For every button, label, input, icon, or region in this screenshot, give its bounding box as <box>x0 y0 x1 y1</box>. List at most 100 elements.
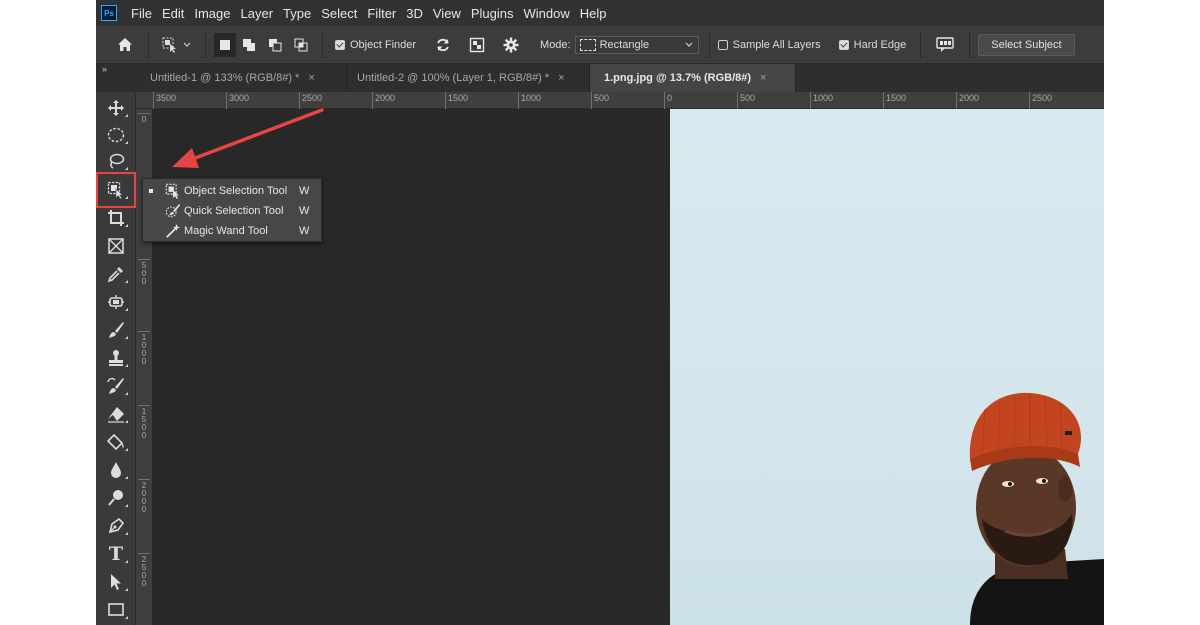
menu-view[interactable]: View <box>433 6 461 21</box>
submenu-indicator <box>125 504 128 507</box>
new-selection-button[interactable] <box>214 32 236 57</box>
menu-filter[interactable]: Filter <box>367 6 396 21</box>
move-icon <box>108 100 124 116</box>
move-tool[interactable] <box>101 96 131 120</box>
stamp-icon <box>109 350 123 366</box>
path-selection-tool[interactable] <box>101 570 131 594</box>
marquee-tool[interactable] <box>101 123 131 147</box>
intersect-selection-icon <box>294 38 308 51</box>
mode-dropdown[interactable]: Rectangle <box>574 35 699 54</box>
submenu-indicator <box>125 588 128 591</box>
history-brush-tool[interactable] <box>101 374 131 398</box>
ruler-label: 1000 <box>518 92 541 109</box>
crop-tool[interactable] <box>101 206 131 230</box>
blur-tool[interactable] <box>101 458 131 482</box>
rectangle-tool[interactable] <box>101 598 131 622</box>
subtract-from-selection-button[interactable] <box>262 33 288 57</box>
menu-type[interactable]: Type <box>283 6 311 21</box>
clone-stamp-tool[interactable] <box>101 346 131 370</box>
menu-window[interactable]: Window <box>523 6 569 21</box>
options-bar: Object Finder Mode: Rectangle Sample All… <box>96 26 1104 64</box>
ruler-label: 1500 <box>883 92 906 109</box>
home-button[interactable] <box>110 33 140 57</box>
menu-layer[interactable]: Layer <box>241 6 274 21</box>
refresh-button[interactable] <box>426 33 460 57</box>
tools-panel: T <box>96 92 136 625</box>
close-icon[interactable]: × <box>308 72 314 84</box>
flyout-item-magic-wand[interactable]: Magic Wand Tool W <box>143 221 321 241</box>
paint-bucket-tool[interactable] <box>101 430 131 454</box>
show-all-objects-button[interactable] <box>460 33 494 57</box>
lasso-tool[interactable] <box>101 149 131 173</box>
ruler-label: 1500 <box>445 92 468 109</box>
feedback-icon <box>936 36 954 52</box>
submenu-indicator <box>125 392 128 395</box>
flyout-item-object-selection[interactable]: Object Selection Tool W <box>143 181 321 201</box>
subtract-selection-icon <box>269 38 282 51</box>
flyout-item-quick-selection[interactable]: Quick Selection Tool W <box>143 201 321 221</box>
menu-file[interactable]: File <box>131 6 152 21</box>
ruler-label: 2500 <box>299 92 322 109</box>
object-overlay-icon <box>469 37 485 52</box>
close-icon[interactable]: × <box>760 72 766 84</box>
ruler-label: 2000 <box>372 92 395 109</box>
close-icon[interactable]: × <box>558 72 564 84</box>
menu-select[interactable]: Select <box>321 6 357 21</box>
ruler-label: 2000 <box>956 92 979 109</box>
menu-3d[interactable]: 3D <box>406 6 423 21</box>
add-to-selection-button[interactable] <box>236 33 262 57</box>
frame-tool[interactable] <box>101 234 131 258</box>
dodge-tool[interactable] <box>101 486 131 510</box>
mode-label: Mode: <box>540 38 571 51</box>
settings-button[interactable] <box>494 33 528 57</box>
separator <box>205 31 206 58</box>
lasso-icon <box>109 153 125 169</box>
tool-preset-picker[interactable] <box>157 33 197 57</box>
refresh-icon <box>437 38 449 51</box>
tab-untitled-1[interactable]: Untitled-1 @ 133% (RGB/8#) * × <box>140 64 347 92</box>
brush-tool[interactable] <box>101 318 131 342</box>
menu-bar: Ps File Edit Image Layer Type Select Fil… <box>96 0 1104 26</box>
object-selection-icon <box>162 37 176 53</box>
tab-untitled-2[interactable]: Untitled-2 @ 100% (Layer 1, RGB/8#) * × <box>347 64 590 92</box>
band-aid-icon <box>108 295 124 309</box>
feedback-button[interactable] <box>929 33 961 57</box>
paint-bucket-icon <box>107 433 124 451</box>
hard-edge-toggle[interactable]: Hard Edge <box>838 33 906 57</box>
menu-edit[interactable]: Edit <box>162 6 184 21</box>
highlight-box <box>96 172 136 208</box>
document-image[interactable] <box>670 109 1104 625</box>
collapse-panel-icon[interactable]: » <box>102 64 107 74</box>
separator <box>969 31 971 58</box>
ruler-label: 3000 <box>226 92 249 109</box>
object-finder-checkbox[interactable] <box>335 39 345 50</box>
sample-all-layers-toggle[interactable]: Sample All Layers <box>717 33 821 57</box>
sample-all-layers-checkbox[interactable] <box>717 39 728 50</box>
eraser-tool[interactable] <box>101 402 131 426</box>
tab-1-png-jpg[interactable]: 1.png.jpg @ 13.7% (RGB/8#) × <box>590 64 796 92</box>
pen-tool[interactable] <box>101 514 131 538</box>
healing-brush-tool[interactable] <box>101 290 131 314</box>
ruler-label: 2 5 0 0 <box>138 553 150 588</box>
ruler-label: 0 <box>138 113 150 124</box>
menu-plugins[interactable]: Plugins <box>471 6 514 21</box>
submenu-indicator <box>125 364 128 367</box>
hard-edge-checkbox[interactable] <box>838 39 849 50</box>
eyedropper-tool[interactable] <box>101 262 131 286</box>
brush-icon <box>109 322 124 338</box>
select-subject-button[interactable]: Select Subject <box>978 33 1075 56</box>
elliptical-marquee-icon <box>107 127 125 143</box>
menu-help[interactable]: Help <box>580 6 607 21</box>
submenu-indicator <box>125 336 128 339</box>
ruler-label: 2 0 0 0 <box>138 479 150 514</box>
submenu-indicator <box>125 280 128 283</box>
menu-image[interactable]: Image <box>194 6 230 21</box>
object-finder-toggle[interactable]: Object Finder <box>331 33 420 57</box>
submenu-indicator <box>125 616 128 619</box>
eraser-icon <box>108 407 124 423</box>
intersect-selection-button[interactable] <box>288 33 314 57</box>
rectangle-mode-icon <box>579 38 596 51</box>
type-tool[interactable]: T <box>101 542 131 566</box>
ruler-label: 500 <box>737 92 755 109</box>
submenu-indicator <box>125 476 128 479</box>
